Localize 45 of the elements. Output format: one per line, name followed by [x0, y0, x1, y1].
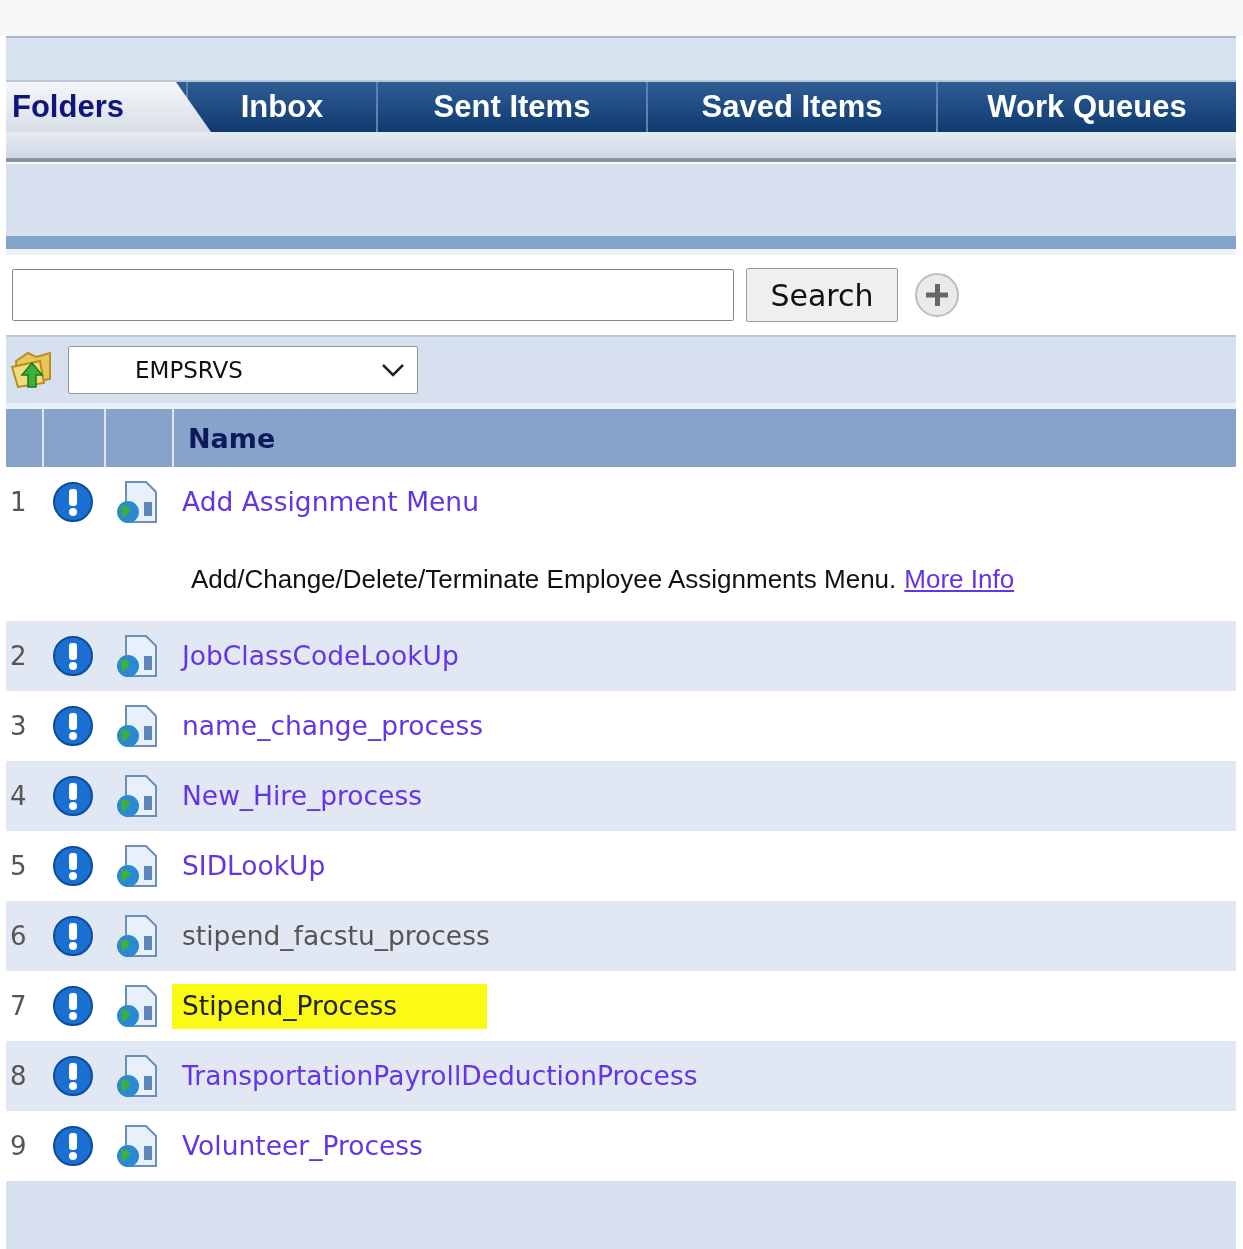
more-info-link[interactable]: More Info: [904, 563, 1015, 595]
info-icon[interactable]: [52, 1055, 94, 1097]
description-text: Add/Change/Delete/Terminate Employee Assignments Menu.: [191, 563, 897, 595]
row-number: 3: [9, 711, 28, 741]
chevron-down-icon[interactable]: [381, 363, 405, 377]
document-globe-icon[interactable]: [114, 480, 158, 524]
process-link[interactable]: name_change_process: [182, 703, 573, 749]
folder-up-icon[interactable]: [10, 349, 54, 391]
info-icon[interactable]: [52, 1125, 94, 1167]
process-link[interactable]: JobClassCodeLookUp: [182, 633, 549, 679]
process-link[interactable]: TransportationPayrollDeductionProcess: [182, 1053, 788, 1099]
document-globe-icon[interactable]: [114, 914, 158, 958]
document-globe-icon[interactable]: [114, 844, 158, 888]
column-header: Name: [188, 422, 276, 454]
row-number: 7: [9, 991, 28, 1021]
document-globe-icon[interactable]: [114, 984, 158, 1028]
info-icon[interactable]: [52, 481, 94, 523]
process-link[interactable]: New_Hire_process: [182, 773, 513, 819]
search-button[interactable]: Search: [746, 268, 898, 322]
info-icon[interactable]: [52, 705, 94, 747]
document-globe-icon[interactable]: [114, 704, 158, 748]
row-number: 6: [9, 921, 28, 951]
process-link[interactable]: Stipend_Process: [172, 983, 488, 1029]
document-globe-icon[interactable]: [114, 774, 158, 818]
document-globe-icon[interactable]: [114, 1124, 158, 1168]
add-icon[interactable]: [914, 272, 960, 318]
process-link[interactable]: SIDLookUp: [182, 843, 416, 889]
process-link[interactable]: Add Assignment Menu: [182, 479, 569, 525]
document-globe-icon[interactable]: [114, 1054, 158, 1098]
info-icon[interactable]: [52, 635, 94, 677]
info-icon[interactable]: [52, 775, 94, 817]
info-icon[interactable]: [52, 845, 94, 887]
row-number: 9: [9, 1131, 28, 1161]
process-link[interactable]: stipend_facstu_process: [182, 913, 580, 959]
info-icon[interactable]: [52, 985, 94, 1027]
row-number: 1: [9, 487, 28, 517]
search-field[interactable]: [12, 269, 734, 321]
row-number: 8: [9, 1061, 28, 1091]
row-number: 2: [9, 641, 28, 671]
info-icon[interactable]: [52, 915, 94, 957]
process-link[interactable]: Volunteer_Process: [182, 1123, 513, 1169]
document-globe-icon[interactable]: [114, 634, 158, 678]
folder-dropdown[interactable]: EMPSRVS: [68, 346, 418, 394]
row-number: 5: [9, 851, 28, 881]
row-number: 4: [9, 781, 28, 811]
